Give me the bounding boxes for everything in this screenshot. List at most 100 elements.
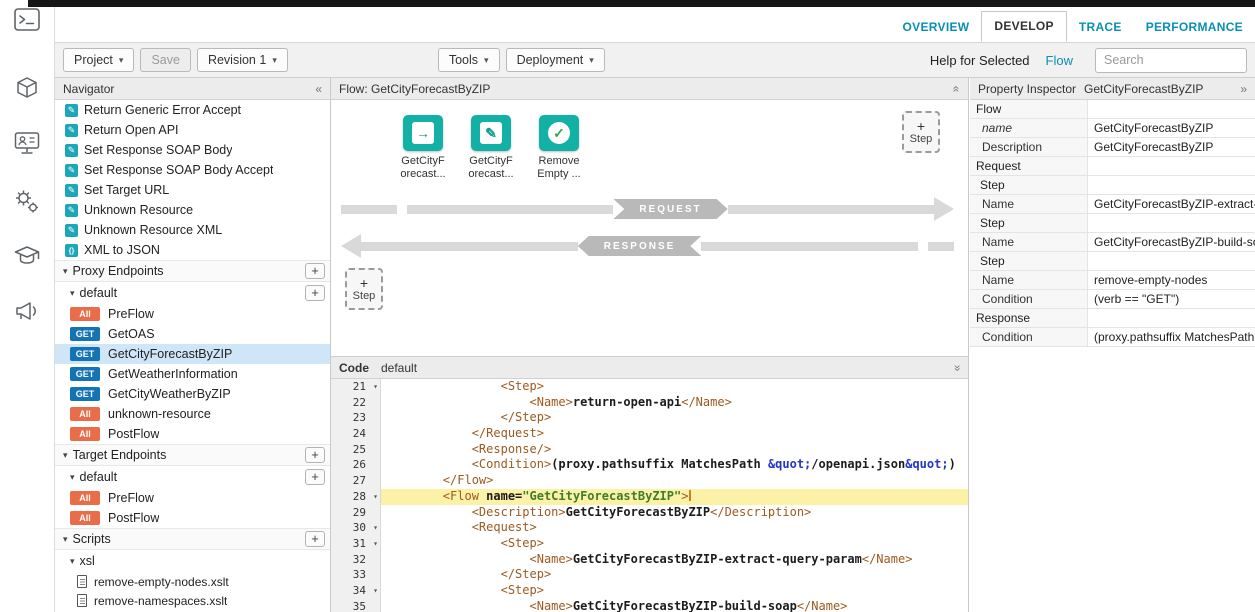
- gutter-cell[interactable]: 22: [331, 395, 381, 411]
- navigator-policy-item[interactable]: ✎Set Response SOAP Body: [55, 140, 330, 160]
- gutter-cell[interactable]: 27: [331, 473, 381, 489]
- gutter-cell[interactable]: 26: [331, 457, 381, 473]
- add-step-button-top[interactable]: + Step: [902, 111, 940, 153]
- code-line[interactable]: 22 <Name>return-open-api</Name>: [331, 395, 968, 411]
- policy-step-build-soap[interactable]: ✎ GetCityForecast...: [463, 115, 519, 181]
- flow-item-postflow[interactable]: AllPostFlow: [55, 424, 330, 444]
- policy-step-remove-empty-nodes[interactable]: ✓ RemoveEmpty ...: [531, 115, 587, 181]
- collapse-code-panel-icon[interactable]: «: [950, 364, 964, 371]
- property-value[interactable]: GetCityForecastByZIP: [1088, 138, 1255, 156]
- section-target-endpoints[interactable]: ▾Target Endpoints+: [55, 444, 330, 466]
- script-file-item[interactable]: remove-namespaces.xslt: [55, 591, 330, 610]
- project-menu-button[interactable]: Project▾: [63, 48, 134, 72]
- save-button[interactable]: Save: [140, 48, 191, 72]
- property-value[interactable]: [1088, 176, 1255, 194]
- property-value[interactable]: remove-empty-nodes: [1088, 271, 1255, 289]
- tab-overview[interactable]: OVERVIEW: [891, 13, 982, 42]
- policy-step-extract-query-param[interactable]: → GetCityForecast...: [395, 115, 451, 181]
- fold-arrow-icon[interactable]: ▾: [373, 521, 378, 535]
- add-proxy-default-flow-button[interactable]: +: [305, 285, 325, 301]
- script-file-item[interactable]: remove-empty-nodes.xslt: [55, 572, 330, 591]
- navigator-policy-item[interactable]: ✎Unknown Resource XML: [55, 220, 330, 240]
- deployment-menu-button[interactable]: Deployment▾: [506, 48, 605, 72]
- property-value[interactable]: [1088, 157, 1255, 175]
- code-editor[interactable]: 21▾ <Step>22 <Name>return-open-api</Name…: [331, 379, 968, 612]
- section-scripts[interactable]: ▾Scripts+: [55, 528, 330, 550]
- code-line[interactable]: 31▾ <Step>: [331, 536, 968, 552]
- navigator-policy-item[interactable]: ✎Unknown Resource: [55, 200, 330, 220]
- add-target-endpoints-button[interactable]: +: [305, 447, 325, 463]
- gutter-cell[interactable]: 29: [331, 505, 381, 521]
- flow-item-preflow[interactable]: AllPreFlow: [55, 304, 330, 324]
- navigator-policy-item[interactable]: ✎Return Generic Error Accept: [55, 100, 330, 120]
- code-line[interactable]: 29 <Description>GetCityForecastByZIP</De…: [331, 505, 968, 521]
- flow-item-getcityforecastbyzip[interactable]: GETGetCityForecastByZIP: [55, 344, 330, 364]
- add-step-button-bottom[interactable]: + Step: [345, 268, 383, 310]
- code-line[interactable]: 24 </Request>: [331, 426, 968, 442]
- fold-arrow-icon[interactable]: ▾: [373, 490, 378, 504]
- code-line[interactable]: 21▾ <Step>: [331, 379, 968, 395]
- revision-menu-button[interactable]: Revision 1▾: [197, 48, 288, 72]
- section-proxy-endpoints[interactable]: ▾Proxy Endpoints+: [55, 260, 330, 282]
- admin-gears-icon[interactable]: [14, 188, 41, 220]
- property-value[interactable]: (proxy.pathsuffix MatchesPath "/c: [1088, 328, 1255, 346]
- develop-screen-icon[interactable]: [14, 130, 41, 161]
- gutter-cell[interactable]: 31▾: [331, 536, 381, 552]
- collapse-flow-panel-icon[interactable]: «: [950, 85, 964, 92]
- property-value[interactable]: GetCityForecastByZIP-extract-query-param: [1088, 195, 1255, 213]
- flow-item-preflow[interactable]: AllPreFlow: [55, 488, 330, 508]
- property-value[interactable]: (verb == "GET"): [1088, 290, 1255, 308]
- flow-item-postflow[interactable]: AllPostFlow: [55, 508, 330, 528]
- property-value[interactable]: GetCityForecastByZIP: [1088, 119, 1255, 137]
- code-line[interactable]: 26 <Condition>(proxy.pathsuffix MatchesP…: [331, 457, 968, 473]
- code-line[interactable]: 23 </Step>: [331, 410, 968, 426]
- flow-item-getcityweatherbyzip[interactable]: GETGetCityWeatherByZIP: [55, 384, 330, 404]
- code-line[interactable]: 27 </Flow>: [331, 473, 968, 489]
- code-line[interactable]: 33 </Step>: [331, 567, 968, 583]
- tab-performance[interactable]: PERFORMANCE: [1134, 13, 1255, 42]
- navigator-policy-item[interactable]: ✎Set Target URL: [55, 180, 330, 200]
- navigator-policy-item[interactable]: ✎Return Open API: [55, 120, 330, 140]
- announcements-megaphone-icon[interactable]: [14, 298, 40, 328]
- add-proxy-endpoints-button[interactable]: +: [305, 263, 325, 279]
- fold-arrow-icon[interactable]: ▾: [373, 584, 378, 598]
- gutter-cell[interactable]: 34▾: [331, 583, 381, 599]
- code-line[interactable]: 34▾ <Step>: [331, 583, 968, 599]
- gutter-cell[interactable]: 30▾: [331, 520, 381, 536]
- gutter-cell[interactable]: 32: [331, 552, 381, 568]
- gutter-cell[interactable]: 35: [331, 599, 381, 612]
- code-line[interactable]: 30▾ <Request>: [331, 520, 968, 536]
- fold-arrow-icon[interactable]: ▾: [373, 380, 378, 394]
- help-flow-link[interactable]: Flow: [1046, 53, 1073, 68]
- property-value[interactable]: GetCityForecastByZIP-build-soap: [1088, 233, 1255, 251]
- collapse-navigator-icon[interactable]: «: [315, 82, 322, 96]
- gutter-cell[interactable]: 25: [331, 442, 381, 458]
- property-value[interactable]: [1088, 214, 1255, 232]
- property-value[interactable]: [1088, 252, 1255, 270]
- code-line[interactable]: 32 <Name>GetCityForecastByZIP-extract-qu…: [331, 552, 968, 568]
- flow-item-unknown-resource[interactable]: Allunknown-resource: [55, 404, 330, 424]
- gutter-cell[interactable]: 28▾: [331, 489, 381, 505]
- tab-develop[interactable]: DEVELOP: [981, 11, 1066, 42]
- gutter-cell[interactable]: 33: [331, 567, 381, 583]
- group-proxy-default[interactable]: ▾default+: [55, 282, 330, 304]
- search-input[interactable]: [1095, 48, 1247, 73]
- code-line[interactable]: 25 <Response/>: [331, 442, 968, 458]
- navigator-policy-item[interactable]: {}XML to JSON: [55, 240, 330, 260]
- code-line[interactable]: 35 <Name>GetCityForecastByZIP-build-soap…: [331, 599, 968, 612]
- learn-graduation-cap-icon[interactable]: [14, 244, 41, 273]
- group-target-default[interactable]: ▾default+: [55, 466, 330, 488]
- collapse-inspector-icon[interactable]: »: [1240, 82, 1247, 96]
- group-scripts-xsl[interactable]: ▾xsl: [55, 550, 330, 572]
- property-value[interactable]: [1088, 309, 1255, 327]
- tab-trace[interactable]: TRACE: [1067, 13, 1134, 42]
- navigator-policy-item[interactable]: ✎Set Response SOAP Body Accept: [55, 160, 330, 180]
- code-line[interactable]: 28▾ <Flow name="GetCityForecastByZIP">: [331, 489, 968, 505]
- fold-arrow-icon[interactable]: ▾: [373, 537, 378, 551]
- add-scripts-button[interactable]: +: [305, 531, 325, 547]
- flow-item-getweatherinformation[interactable]: GETGetWeatherInformation: [55, 364, 330, 384]
- gutter-cell[interactable]: 23: [331, 410, 381, 426]
- property-value[interactable]: [1088, 100, 1255, 118]
- gutter-cell[interactable]: 24: [331, 426, 381, 442]
- tools-menu-button[interactable]: Tools▾: [438, 48, 500, 72]
